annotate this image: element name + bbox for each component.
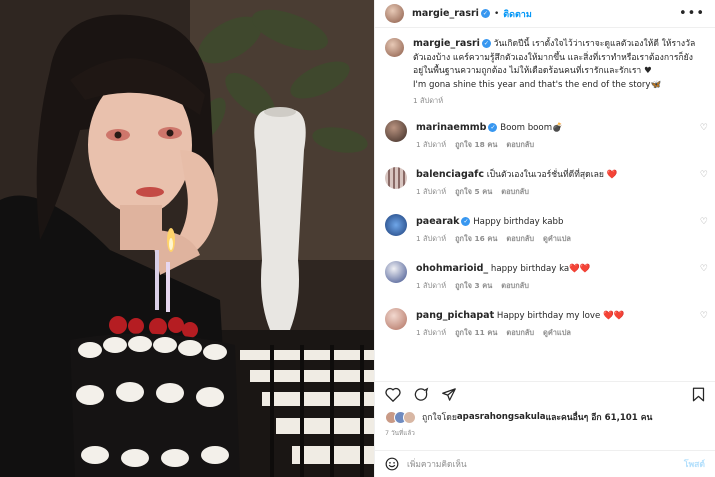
comment-row: pang_pichapat Happy birthday my love ❤️❤… xyxy=(375,308,715,356)
comment-row: marinaemmb ✓ Boom boom💣 1 สัปดาห์ ถูกใจ 18… xyxy=(375,120,715,168)
comment-likes[interactable]: ถูกใจ 11 คน xyxy=(455,328,497,337)
emoji-icon[interactable] xyxy=(385,457,399,471)
author-username[interactable]: margie_rasri xyxy=(412,8,479,19)
caption-text-en: I'm gona shine this year and that's the … xyxy=(413,79,662,90)
comment-text: Happy birthday kabb xyxy=(473,217,564,227)
verified-icon: ✓ xyxy=(480,9,490,18)
verified-icon: ✓ xyxy=(488,123,498,132)
comment-icon[interactable] xyxy=(413,387,429,402)
comment-time: 1 สัปดาห์ xyxy=(416,281,447,290)
comment-likes[interactable]: ถูกใจ 3 คน xyxy=(455,281,492,290)
comments-list[interactable]: margie_rasri ✓ วันเกิดปีนี้ เราตั้งใจไว้ว… xyxy=(375,37,715,373)
comment-text: เป็นตัวเองในเวอร์ชั่นที่ดีที่สุดเลย ❤️ xyxy=(486,170,618,180)
verified-icon: ✓ xyxy=(461,217,471,226)
comment-text: happy birthday ka❤️❤️ xyxy=(490,264,591,274)
post-comment-button[interactable]: โพสต์ xyxy=(684,457,705,471)
action-bar xyxy=(375,381,715,406)
share-icon[interactable] xyxy=(441,387,457,402)
reply-button[interactable]: ตอบกลับ xyxy=(501,281,529,290)
like-icon[interactable] xyxy=(385,387,401,402)
see-translation-button[interactable]: ดูคำแปล xyxy=(543,234,571,243)
follow-button[interactable]: ติดตาม xyxy=(503,7,532,21)
caption-time: 1 สัปดาห์ xyxy=(413,96,444,105)
save-bookmark-icon[interactable] xyxy=(692,387,705,402)
reply-button[interactable]: ตอบกลับ xyxy=(506,140,534,149)
add-comment-input[interactable]: เพิ่มความคิดเห็น xyxy=(407,457,467,471)
liker-avatar xyxy=(403,410,416,424)
post-header: margie_rasri ✓ • ติดตาม ••• xyxy=(375,0,715,28)
photo-illustration xyxy=(0,0,374,477)
commenter-username[interactable]: ohohmarioid_ xyxy=(416,263,488,274)
like-comment-icon[interactable]: ♡ xyxy=(700,217,708,227)
commenter-avatar[interactable] xyxy=(385,261,407,283)
comment-time: 1 สัปดาห์ xyxy=(416,234,447,243)
caption-username[interactable]: margie_rasri xyxy=(413,38,480,49)
caption-avatar[interactable] xyxy=(385,38,404,57)
like-comment-icon[interactable]: ♡ xyxy=(700,311,708,321)
reply-button[interactable]: ตอบกลับ xyxy=(501,187,529,196)
reply-button[interactable]: ตอบกลับ xyxy=(506,328,534,337)
commenter-username[interactable]: marinaemmb xyxy=(416,122,486,133)
comment-time: 1 สัปดาห์ xyxy=(416,328,447,337)
comment-row: paearak ✓ Happy birthday kabb 1 สัปดาห์ ถู… xyxy=(375,214,715,262)
see-translation-button[interactable]: ดูคำแปล xyxy=(543,328,571,337)
comment-likes[interactable]: ถูกใจ 16 คน xyxy=(455,234,497,243)
comment-likes[interactable]: ถูกใจ 5 คน xyxy=(455,187,492,196)
verified-icon: ✓ xyxy=(481,39,491,48)
post-side-panel: margie_rasri ✓ • ติดตาม ••• margie_rasri… xyxy=(374,0,715,477)
likes-count[interactable]: และคนอื่นๆ อีก 61,101 คน xyxy=(546,410,653,424)
commenter-username[interactable]: paearak xyxy=(416,216,459,227)
comment-time: 1 สัปดาห์ xyxy=(416,187,447,196)
comment-likes[interactable]: ถูกใจ 18 คน xyxy=(455,140,497,149)
commenter-avatar[interactable] xyxy=(385,214,407,236)
separator-dot: • xyxy=(493,8,500,19)
author-avatar[interactable] xyxy=(385,4,404,23)
commenter-username[interactable]: pang_pichapat xyxy=(416,310,494,321)
like-comment-icon[interactable]: ♡ xyxy=(700,264,708,274)
reply-button[interactable]: ตอบกลับ xyxy=(506,234,534,243)
commenter-username[interactable]: balenciagafc xyxy=(416,169,484,180)
more-options-icon[interactable]: ••• xyxy=(679,6,705,21)
add-comment-bar: เพิ่มความคิดเห็น โพสต์ xyxy=(375,450,715,477)
likes-prefix: ถูกใจโดย xyxy=(422,413,457,423)
comment-row: ohohmarioid_ happy birthday ka❤️❤️ 1 สัป… xyxy=(375,261,715,309)
commenter-avatar[interactable] xyxy=(385,308,407,330)
commenter-avatar[interactable] xyxy=(385,120,407,142)
comment-time: 1 สัปดาห์ xyxy=(416,140,447,149)
comment-text: Boom boom💣 xyxy=(500,123,563,133)
likes-summary[interactable]: ถูกใจโดย apasrahongsakula และคนอื่นๆ อีก… xyxy=(385,410,652,424)
post-date: 7 วันที่แล้ว xyxy=(385,429,415,437)
commenter-avatar[interactable] xyxy=(385,167,407,189)
like-comment-icon[interactable]: ♡ xyxy=(700,123,708,133)
caption: margie_rasri ✓ วันเกิดปีนี้ เราตั้งใจไว้ว… xyxy=(375,37,715,121)
post-photo xyxy=(0,0,374,477)
comment-row: balenciagafc เป็นตัวเองในเวอร์ชั่นที่ดีท… xyxy=(375,167,715,215)
comment-text: Happy birthday my love ❤️❤️ xyxy=(496,311,625,321)
liker-username[interactable]: apasrahongsakula xyxy=(457,412,546,422)
like-comment-icon[interactable]: ♡ xyxy=(700,170,708,180)
